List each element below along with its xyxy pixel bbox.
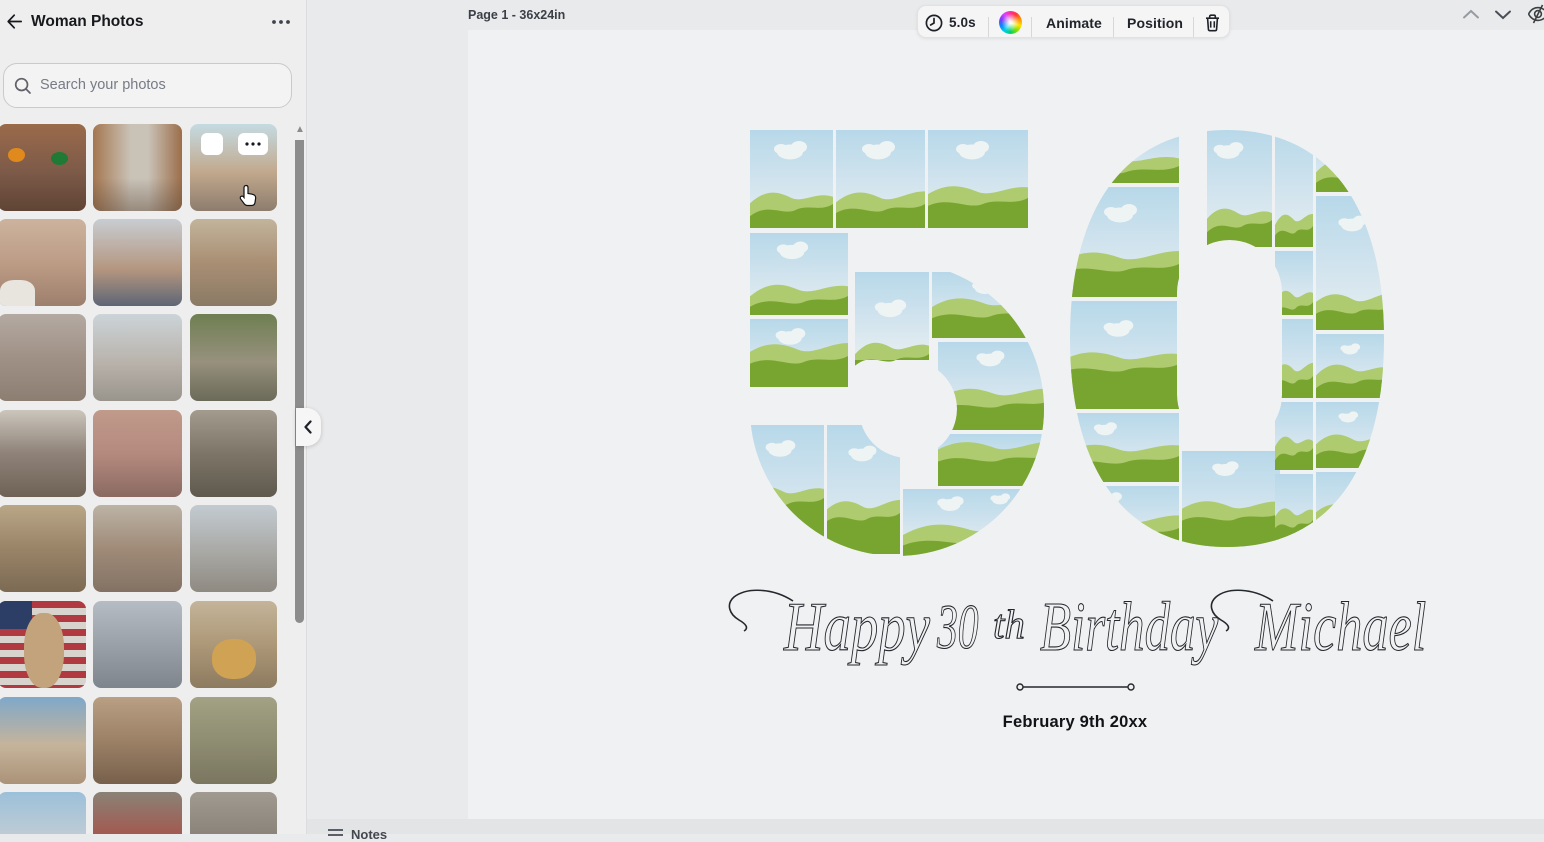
svg-text:30: 30 bbox=[936, 591, 978, 662]
svg-text:Happy: Happy bbox=[783, 588, 930, 666]
svg-text:Birthday: Birthday bbox=[1040, 588, 1219, 666]
svg-text:Michael: Michael bbox=[1254, 589, 1426, 666]
svg-text:th: th bbox=[993, 601, 1025, 647]
